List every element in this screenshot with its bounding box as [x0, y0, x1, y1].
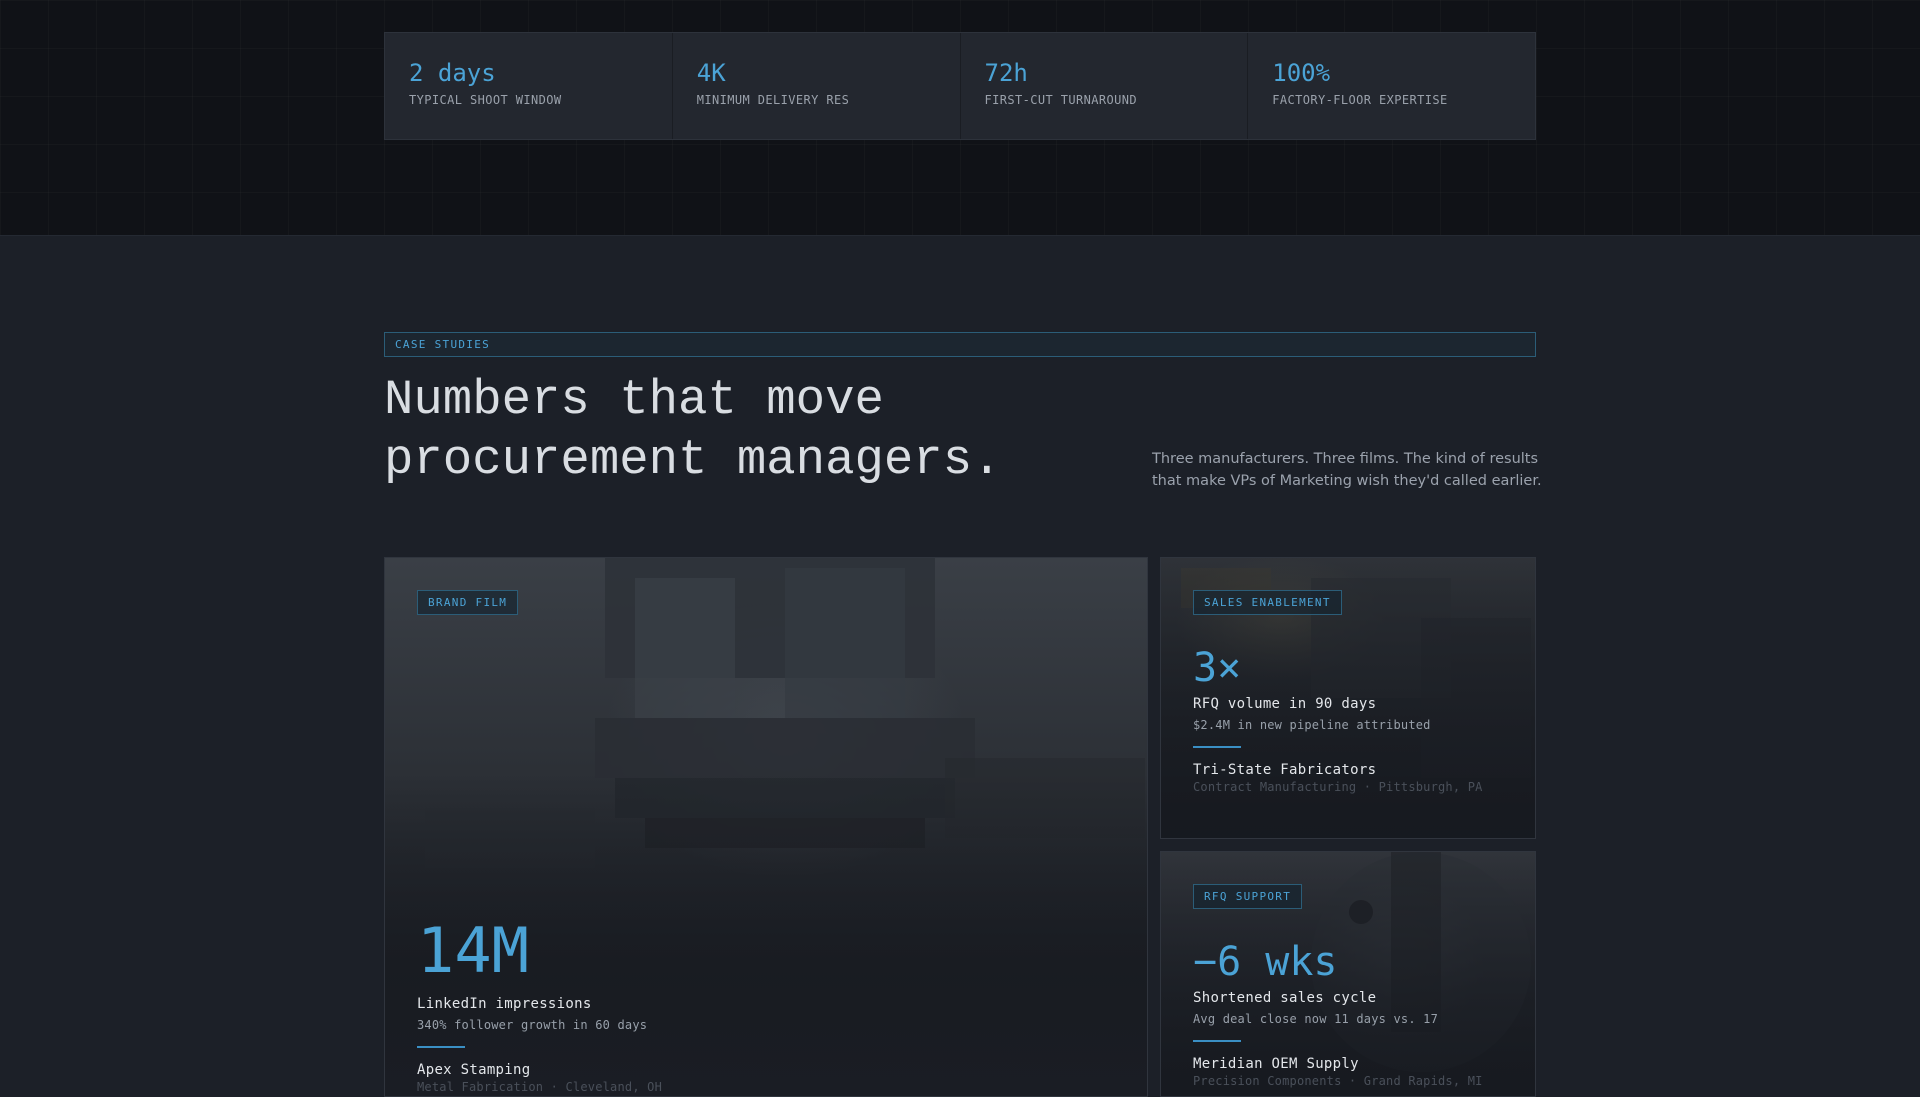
stat-label: FACTORY-FLOOR EXPERTISE: [1272, 93, 1448, 107]
card-client-meta: Contract Manufacturing · Pittsburgh, PA: [1193, 780, 1483, 794]
card-metric: 14M: [417, 914, 529, 987]
card-badge: RFQ SUPPORT: [1193, 884, 1303, 909]
card-metric-title: Shortened sales cycle: [1193, 990, 1377, 1006]
stat-value: 100%: [1272, 59, 1331, 87]
stat-value: 4K: [696, 59, 726, 87]
card-client-meta: Precision Components · Grand Rapids, MI: [1193, 1074, 1483, 1088]
card-metric-subtitle: 340% follower growth in 60 days: [417, 1018, 648, 1032]
section-intro: Three manufacturers. Three films. The ki…: [1152, 451, 1542, 489]
card-metric-subtitle: $2.4M in new pipeline attributed: [1193, 718, 1431, 732]
card-metric-title: RFQ volume in 90 days: [1193, 696, 1377, 712]
card-badge: BRAND FILM: [417, 590, 519, 615]
stats-bar: 2 days TYPICAL SHOOT WINDOW 4K MINIMUM D…: [384, 32, 1536, 140]
card-client-name: Tri-State Fabricators: [1193, 762, 1377, 778]
page-title: Numbers that move procurement managers.: [384, 370, 1104, 490]
stat-label: FIRST-CUT TURNAROUND: [984, 93, 1137, 107]
stat-shoot-window: 2 days TYPICAL SHOOT WINDOW: [385, 33, 673, 139]
card-client-name: Meridian OEM Supply: [1193, 1056, 1359, 1072]
card-content: −6 wks Shortened sales cycle Avg deal cl…: [1193, 942, 1483, 1088]
stat-label: MINIMUM DELIVERY RES: [696, 93, 850, 107]
case-study-card-apex[interactable]: BRAND FILM 14M LinkedIn impressions 340%…: [384, 557, 1148, 1097]
card-divider: [1193, 1040, 1241, 1042]
stat-value: 72h: [984, 59, 1028, 87]
stat-delivery-res: 4K MINIMUM DELIVERY RES: [673, 33, 961, 139]
card-metric-title: LinkedIn impressions: [417, 996, 592, 1012]
card-metric: 3×: [1193, 645, 1242, 691]
card-metric: −6 wks: [1193, 939, 1338, 985]
headline-line-2: procurement managers.: [384, 432, 1002, 488]
card-client-name: Apex Stamping: [417, 1062, 531, 1078]
case-study-card-meridian[interactable]: RFQ SUPPORT −6 wks Shortened sales cycle…: [1160, 851, 1536, 1097]
case-study-card-tri-state[interactable]: SALES ENABLEMENT 3× RFQ volume in 90 day…: [1160, 557, 1536, 839]
card-client-meta: Metal Fabrication · Cleveland, OH: [417, 1080, 663, 1094]
section-tag: CASE STUDIES: [384, 332, 1536, 357]
stat-turnaround: 72h FIRST-CUT TURNAROUND: [961, 33, 1249, 139]
card-badge: SALES ENABLEMENT: [1193, 590, 1342, 615]
card-content: 3× RFQ volume in 90 days $2.4M in new pi…: [1193, 648, 1483, 794]
card-divider: [1193, 746, 1241, 748]
stat-label: TYPICAL SHOOT WINDOW: [409, 93, 562, 107]
stat-value: 2 days: [409, 59, 496, 87]
card-metric-subtitle: Avg deal close now 11 days vs. 17: [1193, 1012, 1439, 1026]
card-divider: [417, 1046, 465, 1048]
stat-expertise: 100% FACTORY-FLOOR EXPERTISE: [1248, 33, 1535, 139]
headline-line-1: Numbers that move: [384, 372, 884, 428]
stats-band: 2 days TYPICAL SHOOT WINDOW 4K MINIMUM D…: [0, 0, 1920, 236]
card-content: 14M LinkedIn impressions 340% follower g…: [417, 920, 662, 1094]
